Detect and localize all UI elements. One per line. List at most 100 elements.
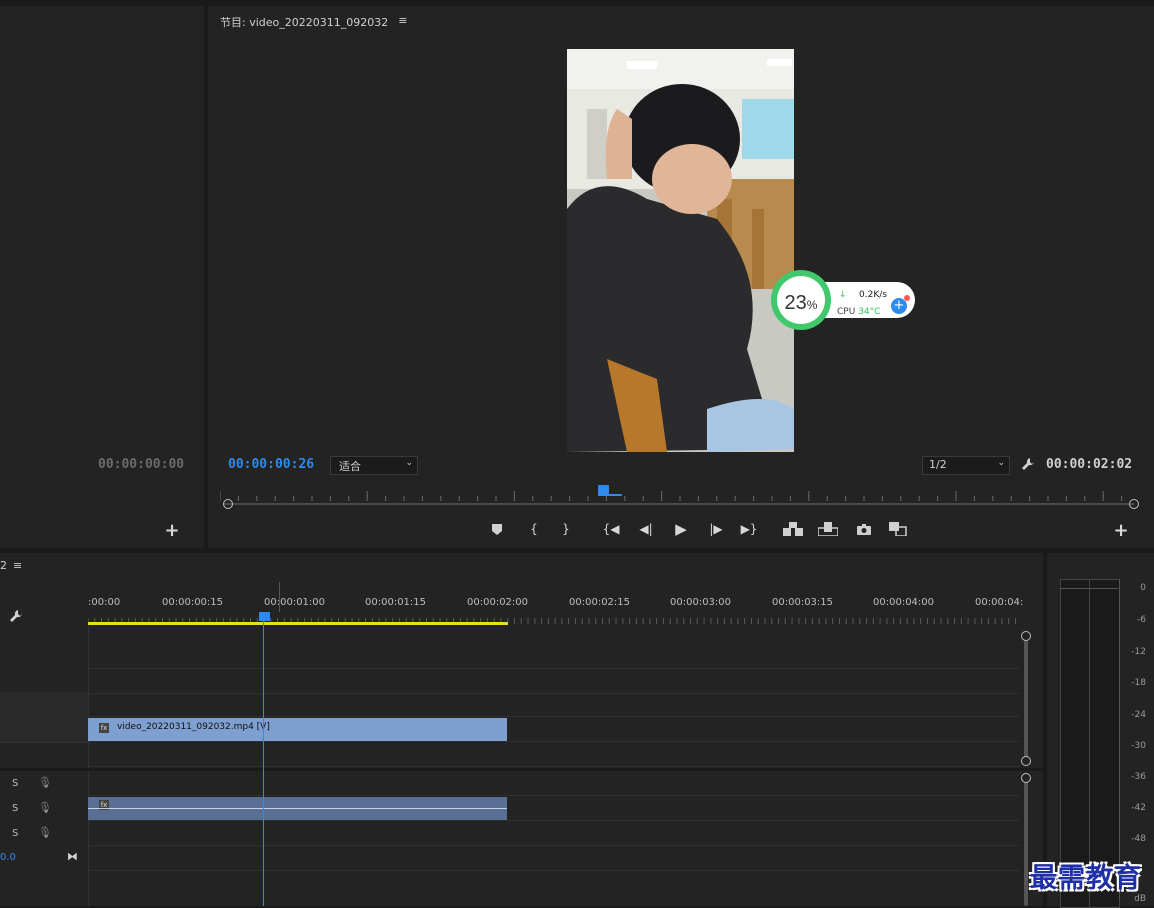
- db-label: -12: [1131, 647, 1146, 657]
- meter-top-line: [1060, 588, 1118, 589]
- source-add-button[interactable]: +: [162, 520, 182, 541]
- scroll-handle-top[interactable]: [1021, 773, 1031, 783]
- play-button[interactable]: ▶: [671, 518, 691, 540]
- cpu-usage-value: 23%: [784, 292, 818, 314]
- timeline-wrench-icon[interactable]: [6, 607, 26, 625]
- track-row-master: [88, 846, 1020, 871]
- db-label: -36: [1131, 772, 1146, 782]
- panel-menu-icon[interactable]: ≡: [398, 14, 407, 30]
- track-header-v1: [0, 717, 88, 743]
- ruler-label: 00:00:03:00: [670, 597, 732, 608]
- notification-dot-icon: [904, 295, 910, 301]
- db-label: -6: [1137, 615, 1146, 625]
- settings-wrench-icon[interactable]: [1018, 455, 1038, 473]
- db-label: -42: [1131, 803, 1146, 813]
- track-row-v0: [88, 742, 1020, 767]
- source-timecode: 00:00:00:00: [98, 457, 185, 472]
- program-time-ruler[interactable]: [219, 486, 1134, 501]
- zoom-handle-right[interactable]: [1129, 499, 1139, 509]
- audio-meter-panel: 0 -6 -12 -18 -24 -30 -36 -42 -48 dB: [1047, 553, 1154, 908]
- resolution-dropdown-value: 1/2: [929, 458, 947, 471]
- program-monitor-panel: 节目: video_20220311_092032 ≡ 23% ↓ 0.2K/s…: [208, 6, 1154, 548]
- ruler-label: :00:00: [88, 597, 121, 608]
- fit-dropdown[interactable]: 适合 ⌄: [330, 456, 418, 475]
- track-row-v2: [88, 692, 1020, 717]
- go-to-in-button[interactable]: {◀: [600, 520, 622, 538]
- audio-vertical-scrollbar[interactable]: [1024, 778, 1028, 906]
- add-marker-button[interactable]: [488, 520, 506, 538]
- program-title-text: 节目: video_20220311_092032: [220, 16, 389, 29]
- work-area-bar[interactable]: [88, 622, 508, 625]
- video-clip-name: video_20220311_092032.mp4 [V]: [117, 722, 270, 732]
- audio-clip[interactable]: fx: [88, 797, 507, 820]
- ruler-label: 00:00:01:15: [365, 597, 427, 608]
- comparison-view-icon[interactable]: [888, 519, 908, 539]
- source-monitor-panel: 00:00:00:00 +: [0, 6, 204, 548]
- solo-button[interactable]: S: [12, 828, 18, 839]
- export-frame-camera-icon[interactable]: [854, 519, 874, 539]
- zoom-scrollbar[interactable]: [224, 503, 1134, 505]
- bowtie-icon[interactable]: ⧓: [67, 850, 78, 863]
- timeline-tab[interactable]: 2 ≡: [0, 559, 22, 572]
- program-add-button[interactable]: +: [1111, 520, 1131, 541]
- track-row-v3: [88, 668, 1020, 694]
- watermark-text: 最需教育: [1030, 863, 1142, 894]
- cpu-label: CPU: [837, 307, 856, 317]
- microphone-icon[interactable]: 🎙: [38, 776, 52, 789]
- step-forward-button[interactable]: |▶: [706, 520, 726, 538]
- scroll-handle-top[interactable]: [1021, 631, 1031, 641]
- solo-button[interactable]: S: [12, 778, 18, 789]
- solo-button[interactable]: S: [12, 803, 18, 814]
- video-frame: [567, 49, 794, 452]
- ruler-label: 00:00:00:15: [162, 597, 224, 608]
- audio-track-header-a1: S 🎙: [0, 771, 88, 796]
- cpu-widget[interactable]: 23% ↓ 0.2K/s CPU 34°C +: [771, 270, 915, 330]
- timeline-playhead[interactable]: [259, 612, 270, 621]
- ruler-label: 00:00:04:: [975, 597, 1024, 608]
- mark-out-button[interactable]: }: [557, 520, 575, 538]
- microphone-icon[interactable]: 🎙: [38, 801, 52, 814]
- timeline-playhead-line: [263, 621, 264, 906]
- program-monitor-title[interactable]: 节目: video_20220311_092032 ≡: [220, 14, 407, 30]
- duration-timecode: 00:00:02:02: [1046, 457, 1133, 472]
- go-to-out-button[interactable]: ▶}: [738, 520, 760, 538]
- current-timecode[interactable]: 00:00:00:26: [228, 457, 314, 472]
- fit-dropdown-value: 适合: [339, 460, 361, 473]
- net-speed: 0.2K/s: [859, 290, 887, 300]
- scroll-handle-bottom[interactable]: [1021, 756, 1031, 766]
- track-header-v3: [0, 692, 88, 718]
- mark-in-button[interactable]: {: [525, 520, 543, 538]
- db-label: -30: [1131, 741, 1146, 751]
- zoom-handle-left[interactable]: [223, 499, 233, 509]
- ruler-label: 00:00:04:00: [873, 597, 935, 608]
- video-clip[interactable]: fx video_20220311_092032.mp4 [V]: [88, 718, 507, 741]
- timeline-menu-icon[interactable]: ≡: [13, 559, 22, 572]
- chevron-down-icon: ⌄: [405, 458, 413, 468]
- db-label: dB: [1134, 894, 1146, 904]
- track-row-a3: [88, 821, 1020, 846]
- db-label: 0: [1140, 583, 1146, 593]
- audio-track-header-a2: S 🎙: [0, 796, 88, 821]
- insert-button[interactable]: [782, 519, 804, 539]
- cpu-temp: 34°C: [858, 307, 881, 317]
- program-playhead[interactable]: [598, 485, 609, 494]
- db-label: -48: [1131, 834, 1146, 844]
- ruler-label: 00:00:03:15: [772, 597, 834, 608]
- video-vertical-scrollbar[interactable]: [1024, 636, 1028, 761]
- ruler-label: 00:00:02:15: [569, 597, 631, 608]
- resolution-dropdown[interactable]: 1/2 ⌄: [922, 456, 1010, 475]
- meter-scale: [1119, 579, 1124, 899]
- audio-waveform: [88, 808, 507, 809]
- microphone-icon[interactable]: 🎙: [38, 826, 52, 839]
- overwrite-button[interactable]: [817, 519, 839, 539]
- timeline-tab-label: 2: [0, 559, 7, 572]
- top-divider: [0, 0, 1154, 6]
- fx-badge-icon: fx: [99, 723, 109, 733]
- cpu-temp-line: CPU 34°C: [837, 307, 880, 317]
- step-back-button[interactable]: ◀|: [636, 520, 656, 538]
- db-label: -24: [1131, 710, 1146, 720]
- master-volume-value[interactable]: 0.0: [0, 852, 16, 863]
- ruler-label: 00:00:01:00: [264, 597, 326, 608]
- program-playhead-underline: [598, 494, 622, 496]
- download-arrow-icon: ↓: [839, 290, 847, 300]
